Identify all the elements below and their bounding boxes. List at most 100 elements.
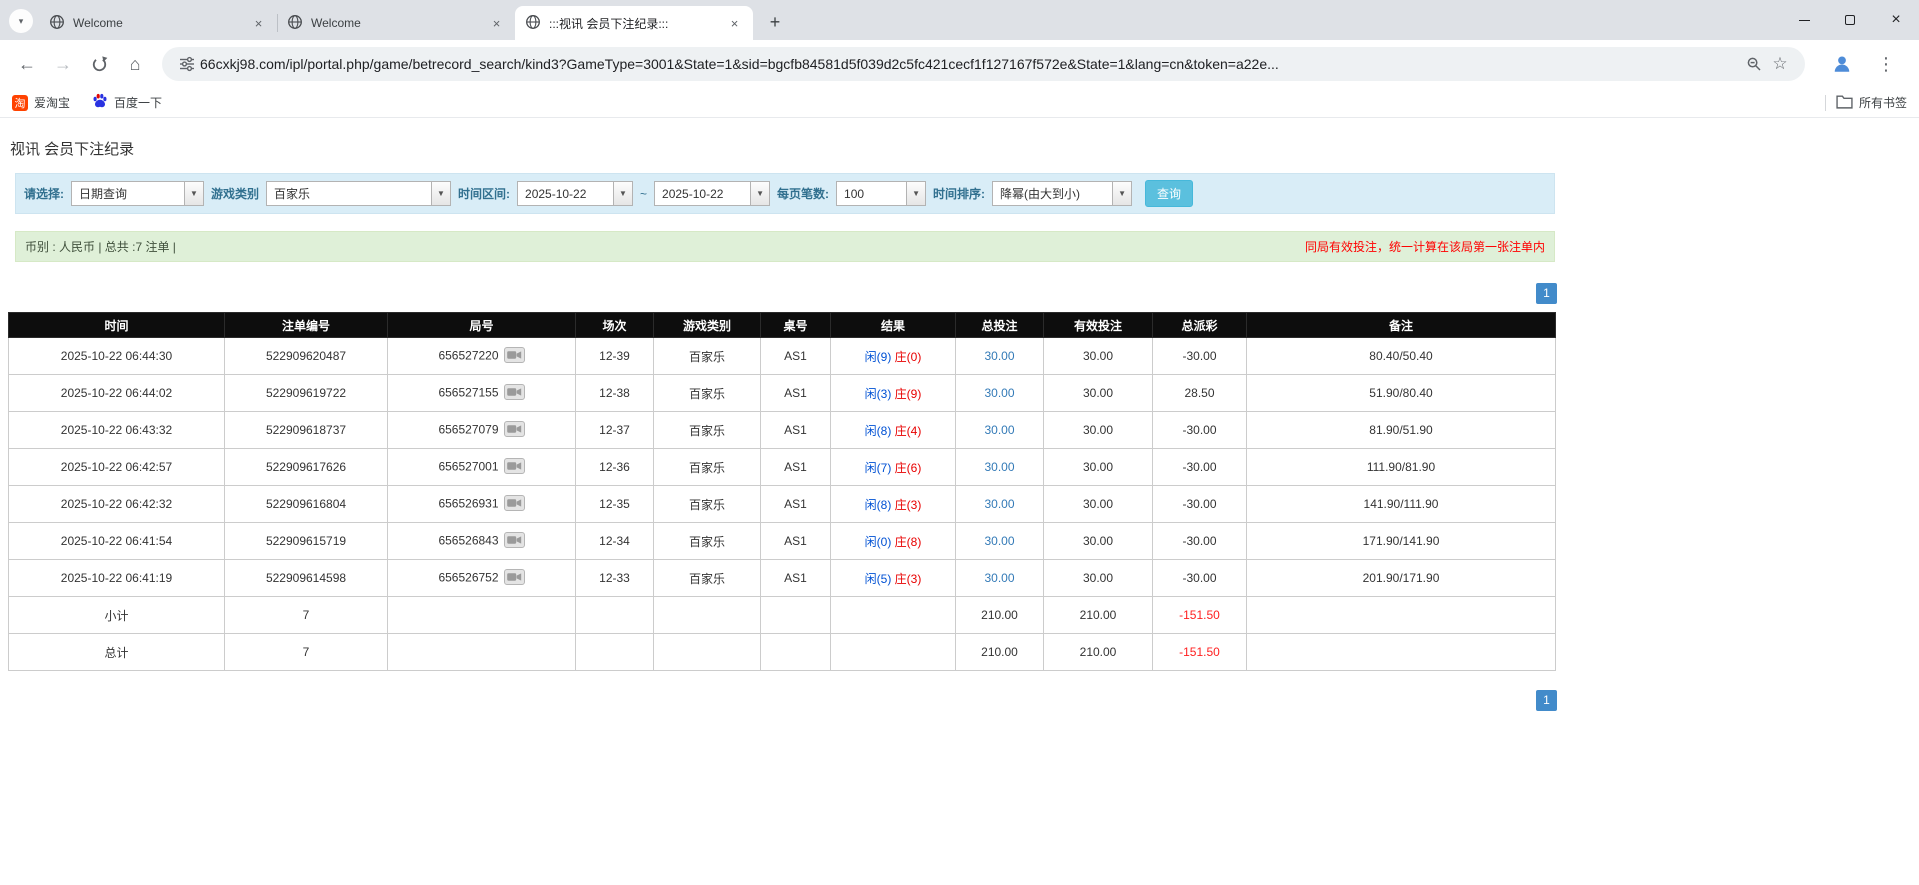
bookmark-aitaobao[interactable]: 淘 爱淘宝 [12, 94, 70, 111]
page-1-button[interactable]: 1 [1536, 690, 1557, 712]
table-row: 2025-10-22 06:44:02 522909619722 656527155… [8, 374, 1556, 413]
cell-session: 12-36 [575, 448, 654, 487]
cell-bet-no: 522909620487 [224, 337, 388, 376]
page-content: 视讯 会员下注纪录 请选择: 日期查询 ▼ 游戏类别 百家乐 ▼ 时间区间: 2… [0, 138, 1919, 712]
result-banker: 庄(3) [894, 497, 922, 512]
query-type-label: 请选择: [24, 187, 64, 201]
total-bet-link[interactable]: 30.00 [984, 349, 1014, 363]
currency-total-text: 币别 : 人民币 | 总共 :7 注单 | [25, 240, 176, 254]
site-settings-icon[interactable] [174, 51, 200, 77]
chevron-down-icon[interactable]: ▼ [1112, 182, 1132, 205]
minimize-button[interactable] [1781, 0, 1827, 40]
chevron-down-icon[interactable]: ▼ [613, 182, 633, 205]
tab-welcome-1[interactable]: Welcome × [39, 6, 277, 40]
table-body: 2025-10-22 06:44:30 522909620487 656527220… [8, 337, 1556, 598]
result-banker: 庄(8) [894, 534, 922, 549]
total-payout: -151.50 [1152, 633, 1247, 672]
total-bet-link[interactable]: 30.00 [984, 534, 1014, 548]
query-type-select[interactable]: 日期查询 ▼ [71, 181, 204, 206]
cell-remark: 141.90/111.90 [1246, 485, 1556, 524]
date-to-input[interactable]: 2025-10-22 ▼ [654, 181, 771, 206]
total-count: 7 [224, 633, 388, 672]
column-header: 游戏类别 [653, 312, 761, 339]
sort-order-select[interactable]: 降幂(由大到小) ▼ [992, 181, 1133, 206]
forward-icon[interactable]: → [46, 47, 80, 81]
tab-search-button[interactable]: ▾ [9, 9, 33, 33]
close-button[interactable]: × [1873, 0, 1919, 40]
tab-close-icon[interactable]: × [250, 15, 267, 32]
back-icon[interactable]: ← [10, 47, 44, 81]
refresh-icon[interactable] [82, 47, 116, 81]
video-replay-icon[interactable] [503, 494, 525, 514]
notice-text: 同局有效投注，统一计算在该局第一张注单内 [1304, 240, 1545, 254]
total-bet-link[interactable]: 30.00 [984, 423, 1014, 437]
date-range-label: 时间区间: [458, 187, 511, 201]
column-header: 备注 [1246, 312, 1556, 339]
video-replay-icon[interactable] [503, 531, 525, 551]
bet-records-table: 时间 注单编号 局号 场次 游戏类别 桌号 结果 总投注 有效投注 总派彩 备注 2025-10-2… [8, 312, 1556, 672]
cell-total-bet: 30.00 [955, 337, 1044, 376]
cell-table-no: AS1 [760, 485, 831, 524]
tab-bet-records[interactable]: :::视讯 会员下注纪录::: × [515, 6, 753, 40]
chevron-down-icon[interactable]: ▼ [750, 182, 770, 205]
tab-welcome-2[interactable]: Welcome × [277, 6, 515, 40]
total-row: 总计 7 210.00 210.00 -151.50 [8, 633, 1556, 672]
address-bar[interactable]: 66cxkj98.com/ipl/portal.php/game/betreco… [162, 47, 1805, 81]
game-type-select[interactable]: 百家乐 ▼ [266, 181, 452, 206]
new-tab-button[interactable]: + [761, 8, 789, 36]
cell-table-no: AS1 [760, 522, 831, 561]
total-bet-link[interactable]: 30.00 [984, 386, 1014, 400]
video-replay-icon[interactable] [503, 457, 525, 477]
menu-kebab-icon[interactable]: ⋮ [1869, 47, 1903, 81]
cell-time: 2025-10-22 06:41:19 [8, 559, 225, 598]
chevron-down-icon[interactable]: ▼ [184, 182, 203, 205]
cell-payout: -30.00 [1152, 411, 1247, 450]
cell-time: 2025-10-22 06:41:54 [8, 522, 225, 561]
column-header: 桌号 [760, 312, 831, 339]
result-banker: 庄(6) [894, 460, 922, 475]
date-range-separator: ~ [640, 186, 648, 201]
profile-avatar[interactable] [1825, 47, 1859, 81]
per-page-input[interactable]: 100 ▼ [836, 181, 927, 206]
tab-close-icon[interactable]: × [488, 15, 505, 32]
date-from-input[interactable]: 2025-10-22 ▼ [517, 181, 634, 206]
cell-session: 12-37 [575, 411, 654, 450]
url-text[interactable]: 66cxkj98.com/ipl/portal.php/game/betreco… [200, 56, 1741, 72]
cell-game-type: 百家乐 [653, 485, 761, 524]
chevron-down-icon[interactable]: ▼ [431, 182, 451, 205]
video-replay-icon[interactable] [503, 420, 525, 440]
search-button[interactable]: 查询 [1145, 180, 1194, 207]
result-player: 闲(8) [864, 497, 892, 512]
cell-payout: -30.00 [1152, 448, 1247, 487]
cell-total-bet: 30.00 [955, 559, 1044, 598]
maximize-button[interactable] [1827, 0, 1873, 40]
cell-result: 闲(8) 庄(3) [830, 485, 956, 524]
column-header: 场次 [575, 312, 654, 339]
tab-close-icon[interactable]: × [726, 15, 743, 32]
bookmark-star-icon[interactable]: ☆ [1767, 51, 1793, 77]
chevron-down-icon[interactable]: ▼ [906, 182, 926, 205]
table-row: 2025-10-22 06:41:54 522909615719 656526843… [8, 522, 1556, 561]
video-replay-icon[interactable] [503, 346, 525, 366]
cell-valid-bet: 30.00 [1043, 448, 1153, 487]
total-bet-link[interactable]: 30.00 [984, 460, 1014, 474]
zoom-icon[interactable] [1741, 51, 1767, 77]
result-banker: 庄(3) [894, 571, 922, 586]
all-bookmarks-button[interactable]: 所有书签 [1836, 94, 1907, 112]
result-player: 闲(3) [864, 386, 892, 401]
bookmarks-bar: 淘 爱淘宝 百度一下 所有书签 [0, 88, 1919, 118]
cell-time: 2025-10-22 06:42:32 [8, 485, 225, 524]
cell-valid-bet: 30.00 [1043, 522, 1153, 561]
total-bet-link[interactable]: 30.00 [984, 497, 1014, 511]
tab-title: Welcome [311, 16, 361, 30]
page-1-button[interactable]: 1 [1536, 283, 1557, 305]
cell-round-no: 656526931 [387, 485, 576, 524]
cell-game-type: 百家乐 [653, 559, 761, 598]
video-replay-icon[interactable] [503, 383, 525, 403]
bookmark-baidu[interactable]: 百度一下 [92, 93, 162, 112]
cell-result: 闲(3) 庄(9) [830, 374, 956, 413]
sort-order-label: 时间排序: [933, 187, 986, 201]
home-icon[interactable]: ⌂ [118, 47, 152, 81]
video-replay-icon[interactable] [503, 568, 525, 588]
total-bet-link[interactable]: 30.00 [984, 571, 1014, 585]
